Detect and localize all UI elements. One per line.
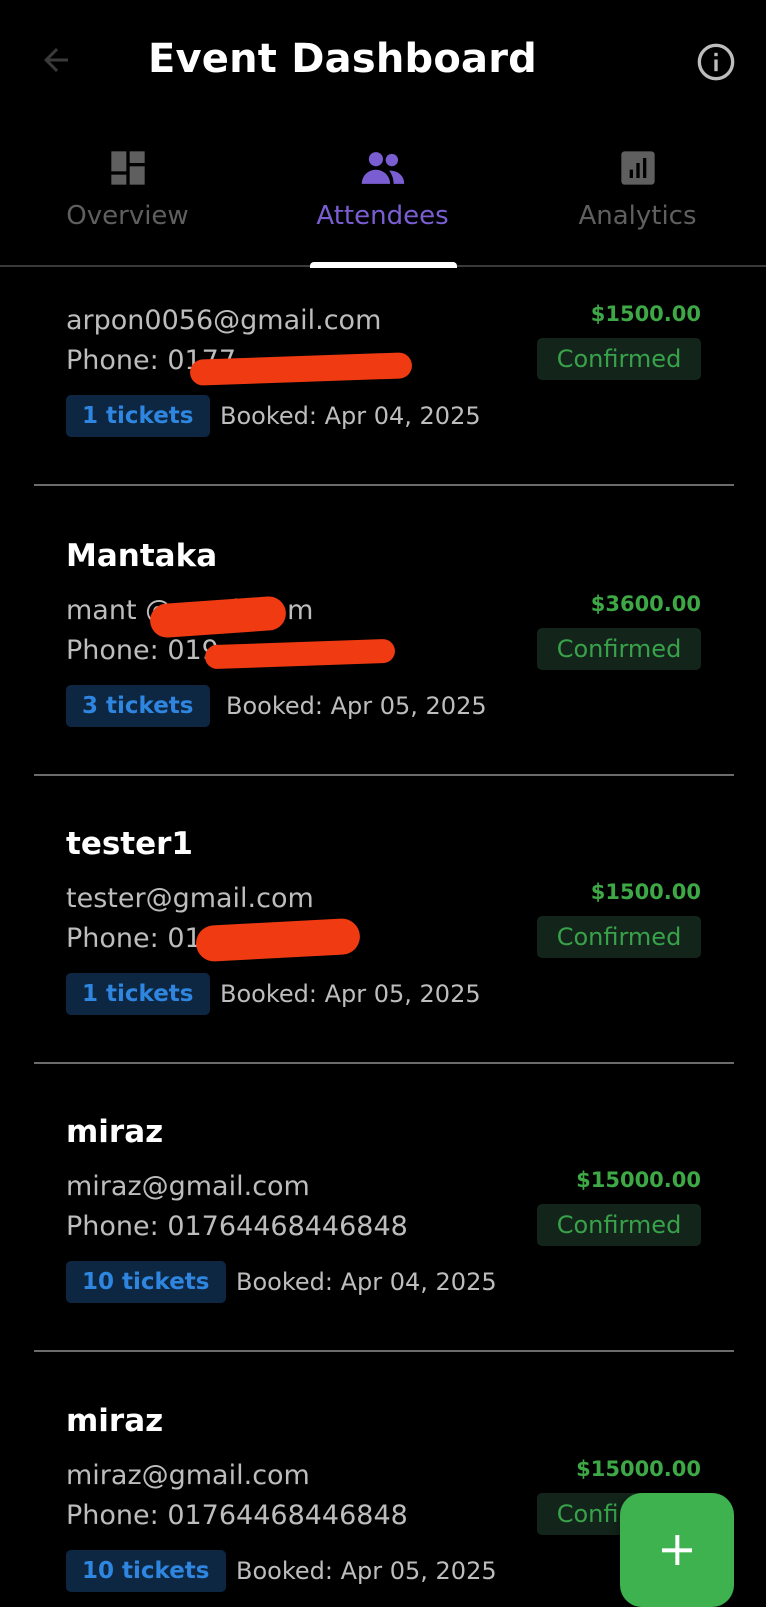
tab-overview-label: Overview: [66, 201, 189, 231]
analytics-icon: [620, 151, 655, 185]
attendee-card[interactable]: Mantaka mant @gmail.com Phone: 019 3 tic…: [0, 488, 766, 776]
arrow-left-icon: [44, 48, 68, 72]
amount: $15000.00: [576, 1457, 701, 1481]
attendee-name: tester1: [66, 826, 193, 862]
ticket-count-badge: 10 tickets: [66, 1261, 226, 1303]
booked-date: Booked: Apr 04, 2025: [236, 1268, 497, 1296]
status-badge: Confirmed: [537, 1204, 701, 1246]
plus-icon: [662, 1535, 692, 1565]
dashboard-icon: [110, 151, 145, 185]
amount: $15000.00: [576, 1168, 701, 1192]
divider: [34, 1350, 734, 1352]
tab-analytics-label: Analytics: [578, 201, 697, 231]
tab-analytics[interactable]: Analytics: [510, 125, 765, 265]
people-icon: [361, 152, 404, 184]
tab-attendees-label: Attendees: [316, 201, 449, 231]
attendee-phone: Phone: 01: [66, 923, 202, 954]
attendee-phone: Phone: 019: [66, 635, 219, 666]
add-button[interactable]: [620, 1493, 734, 1607]
attendee-email: miraz@gmail.com: [66, 1171, 310, 1202]
ticket-count-badge: 3 tickets: [66, 685, 210, 727]
booked-date: Booked: Apr 05, 2025: [236, 1557, 497, 1585]
status-badge: Confirmed: [537, 628, 701, 670]
ticket-count-badge: 1 tickets: [66, 973, 210, 1015]
attendee-phone: Phone: 01764468446848: [66, 1500, 408, 1531]
page-title: Event Dashboard: [148, 36, 537, 82]
tab-overview[interactable]: Overview: [0, 125, 255, 265]
ticket-count-badge: 1 tickets: [66, 395, 210, 437]
attendee-name: miraz: [66, 1403, 164, 1439]
redaction-mark: [204, 638, 396, 670]
active-tab-indicator: [310, 262, 457, 268]
booked-date: Booked: Apr 05, 2025: [220, 980, 481, 1008]
amount: $1500.00: [590, 880, 701, 904]
info-button[interactable]: [694, 40, 738, 84]
info-icon: [697, 43, 735, 81]
booked-date: Booked: Apr 05, 2025: [226, 692, 487, 720]
status-badge: Confirmed: [537, 916, 701, 958]
attendee-email: miraz@gmail.com: [66, 1460, 310, 1491]
app-bar: Event Dashboard: [0, 0, 766, 125]
divider: [34, 484, 734, 486]
tab-bar: Overview Attendees Analytics: [0, 125, 766, 267]
attendee-email: arpon0056@gmail.com: [66, 305, 382, 336]
booked-date: Booked: Apr 04, 2025: [220, 402, 481, 430]
tab-attendees[interactable]: Attendees: [255, 125, 510, 265]
amount: $3600.00: [590, 592, 701, 616]
attendee-email: tester@gmail.com: [66, 883, 314, 914]
attendee-name: miraz: [66, 1114, 164, 1150]
attendee-card[interactable]: miraz miraz@gmail.com Phone: 01764468446…: [0, 1064, 766, 1352]
attendee-card[interactable]: tester1 tester@gmail.com Phone: 01 1 tic…: [0, 776, 766, 1064]
ticket-count-badge: 10 tickets: [66, 1550, 226, 1592]
attendee-card[interactable]: arpon0056@gmail.com Phone: 0177 1 ticket…: [0, 267, 766, 486]
redaction-mark: [195, 917, 361, 963]
back-button[interactable]: [34, 38, 78, 82]
status-badge: Confirmed: [537, 338, 701, 380]
attendee-name: Mantaka: [66, 538, 218, 574]
attendee-phone: Phone: 01764468446848: [66, 1211, 408, 1242]
attendee-list[interactable]: arpon0056@gmail.com Phone: 0177 1 ticket…: [0, 267, 766, 1600]
amount: $1500.00: [590, 302, 701, 326]
